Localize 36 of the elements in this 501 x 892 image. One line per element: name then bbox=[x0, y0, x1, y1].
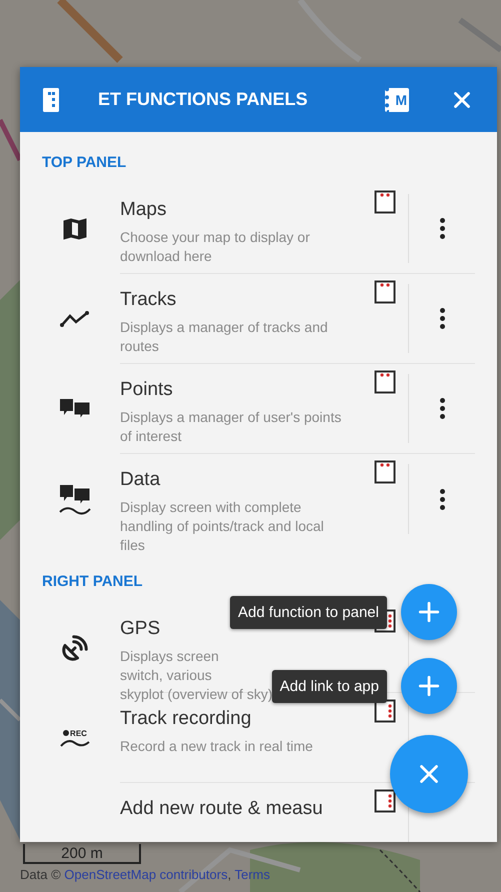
function-description-line: skyplot (overview of sky) bbox=[120, 685, 272, 704]
top-panel-icon bbox=[374, 280, 396, 304]
dialog-title: ET FUNCTIONS PANELS bbox=[98, 89, 309, 110]
function-title: Track recording bbox=[120, 707, 252, 731]
function-description-line: Displays screen bbox=[120, 647, 220, 666]
manual-button[interactable]: M bbox=[385, 88, 409, 112]
function-description: Choose your map to display or download here bbox=[120, 228, 311, 266]
top-panel-icon bbox=[374, 460, 396, 484]
function-description: Displays a manager of tracks and routes bbox=[120, 318, 329, 356]
tooltip: Add function to panel bbox=[230, 596, 387, 628]
terms-link[interactable]: Terms bbox=[234, 867, 270, 882]
function-title: GPS bbox=[120, 617, 160, 641]
data-icon bbox=[59, 483, 91, 515]
section-title: RIGHT PANEL bbox=[41, 572, 144, 592]
satellite-dish-icon bbox=[60, 633, 90, 663]
function-title: Add new route & measu bbox=[120, 797, 323, 821]
function-description: Record a new track in real time bbox=[120, 737, 313, 756]
function-description: Displays a manager of user's points of interest bbox=[120, 408, 342, 446]
track-line-icon bbox=[60, 310, 90, 328]
right-panel-icon bbox=[374, 789, 396, 813]
top-panel-icon bbox=[374, 190, 396, 214]
map-attribution: Data © OpenStreetMap contributors, Terms bbox=[20, 867, 271, 882]
function-description: Display screen with complete handling of points/track and local files bbox=[120, 498, 325, 555]
tooltip: Add link to app bbox=[272, 670, 387, 702]
function-title: Tracks bbox=[120, 288, 176, 312]
panel-layout-icon bbox=[42, 86, 60, 112]
attribution-link[interactable]: OpenStreetMap contributors bbox=[64, 867, 228, 882]
scale-bar: 200 m bbox=[23, 844, 141, 864]
right-panel-icon bbox=[374, 699, 396, 723]
map-icon bbox=[63, 218, 87, 240]
function-title: Data bbox=[120, 468, 160, 492]
section-title: TOP PANEL bbox=[41, 153, 128, 173]
function-description-line: switch, various bbox=[120, 666, 213, 685]
function-title: Maps bbox=[120, 198, 166, 222]
function-title: Points bbox=[120, 378, 173, 402]
top-panel-icon bbox=[374, 370, 396, 394]
